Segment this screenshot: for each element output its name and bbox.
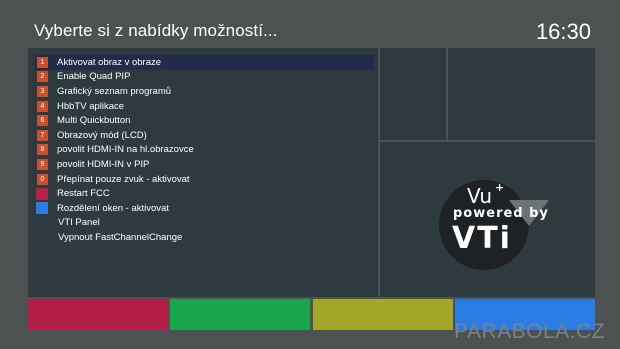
menu-item-label: Grafický seznam programů: [57, 85, 172, 97]
menu-item[interactable]: Rozdělení oken - aktivovat: [35, 201, 374, 216]
menu-item[interactable]: VTI Panel: [35, 216, 374, 231]
menu-item-label: Enable Quad PIP: [57, 71, 131, 83]
color-key-badge: [36, 187, 48, 200]
watermark: PARABOLA.CZ: [454, 320, 605, 343]
menu-item[interactable]: Restart FCC: [35, 186, 374, 201]
menu-item[interactable]: 0 Přepínat pouze zvuk - aktivovat: [35, 172, 374, 187]
logo-brand-plus: +: [495, 181, 505, 194]
number-key-badge: 2: [37, 71, 48, 83]
menu-item-label: Rozdělení oken - aktivovat: [57, 202, 169, 214]
menu-item[interactable]: 7 Obrazový mód (LCD): [35, 128, 374, 143]
menu-item-label: Restart FCC: [57, 188, 110, 200]
red-button[interactable]: [28, 299, 168, 330]
pip-panel-top-right: [448, 48, 595, 140]
number-key-badge: 0: [37, 173, 48, 185]
number-key-badge: 9: [37, 158, 48, 170]
number-key-badge: 1: [37, 56, 48, 68]
menu-item-label: povolit HDMI-IN na hl.obrazovce: [57, 144, 194, 156]
number-key-badge: 3: [37, 85, 48, 97]
menu-item[interactable]: 8 povolit HDMI-IN na hl.obrazovce: [35, 143, 374, 158]
green-button[interactable]: [170, 299, 310, 330]
menu-item-label: HbbTV aplikace: [57, 100, 125, 112]
menu-item-label: Přepínat pouze zvuk - aktivovat: [57, 173, 190, 185]
color-key-badge: [36, 202, 48, 215]
logo-brand-main: VTi: [452, 221, 512, 256]
menu-item[interactable]: 4 HbbTV aplikace: [35, 99, 374, 114]
yellow-button[interactable]: [313, 299, 453, 330]
menu-item-label: Obrazový mód (LCD): [57, 129, 147, 141]
pip-panel-top-left: [380, 48, 446, 140]
menu-item-label: Vypnout FastChannelChange: [58, 231, 183, 243]
menu-item-label: Multi Quickbutton: [57, 115, 131, 127]
menu-item-label: VTI Panel: [58, 217, 100, 229]
number-key-badge: 4: [37, 100, 48, 112]
clock: 16:30: [535, 19, 591, 44]
menu-item[interactable]: 1 Aktivovat obraz v obraze: [35, 55, 374, 70]
vti-logo: Vu + powered by VTi: [439, 180, 549, 270]
menu-item-label: Aktivovat obraz v obraze: [57, 56, 162, 68]
logo-brand-top: Vu: [467, 184, 492, 208]
number-key-badge: 7: [37, 129, 48, 141]
menu-panel: 1 Aktivovat obraz v obraze 2 Enable Quad PI…: [28, 48, 378, 297]
menu-item[interactable]: 3 Grafický seznam programů: [35, 84, 374, 99]
header-title: Vyberte si z nabídky možností...: [34, 21, 278, 40]
menu-item-label: povolit HDMI-IN v PIP: [57, 158, 150, 170]
number-key-badge: 6: [37, 115, 48, 127]
number-key-badge: 8: [37, 144, 48, 156]
logo-powered-by: powered by: [453, 206, 549, 221]
menu-item[interactable]: 2 Enable Quad PIP: [35, 70, 374, 85]
menu-item[interactable]: 9 povolit HDMI-IN v PIP: [35, 157, 374, 172]
menu-item[interactable]: 6 Multi Quickbutton: [35, 113, 374, 128]
menu-item[interactable]: Vypnout FastChannelChange: [35, 230, 374, 245]
